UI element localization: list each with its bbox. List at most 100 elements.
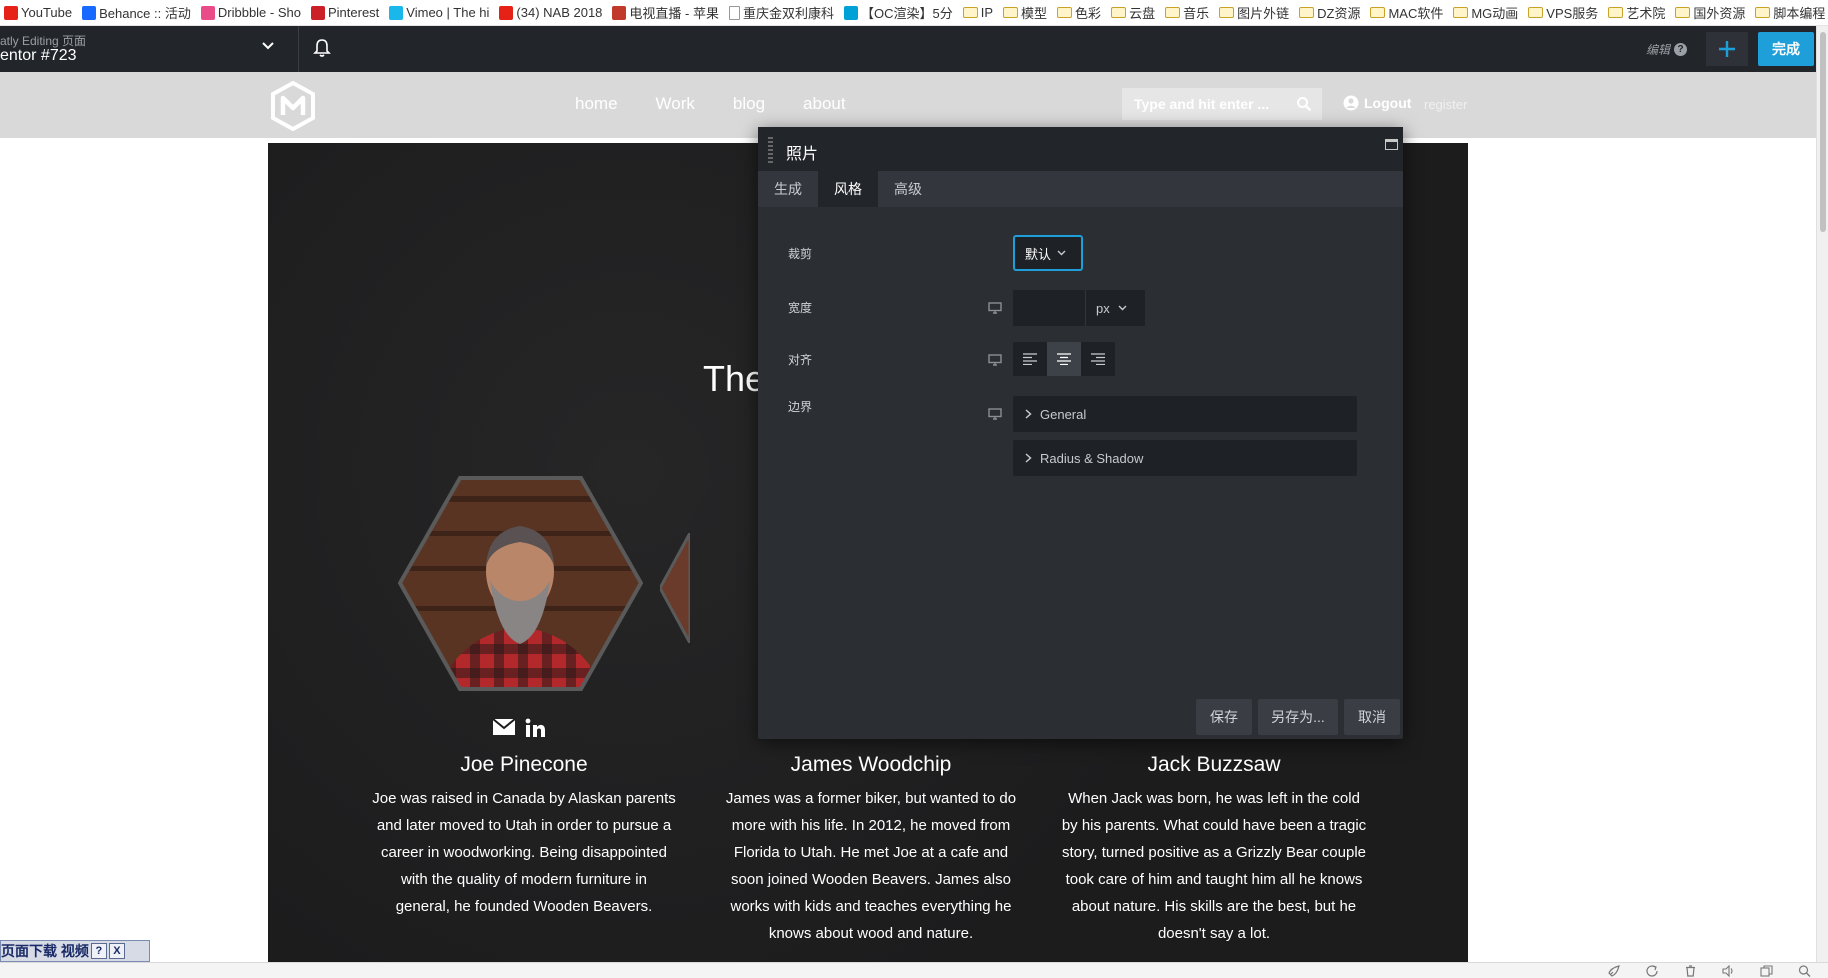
- bookmark-item[interactable]: 电视直播 - 苹果: [608, 3, 725, 22]
- nav-home[interactable]: home: [575, 94, 618, 114]
- panel-header[interactable]: 照片: [758, 127, 1403, 171]
- bookmark-item[interactable]: 音乐: [1161, 3, 1215, 22]
- tab-general[interactable]: 生成: [758, 171, 818, 207]
- maximize-icon[interactable]: [1385, 139, 1398, 150]
- tab-style[interactable]: 风格: [818, 171, 878, 207]
- email-icon[interactable]: [493, 718, 515, 736]
- cancel-button[interactable]: 取消: [1344, 699, 1400, 735]
- help-icon[interactable]: ?: [1674, 43, 1688, 56]
- edit-mode-indicator[interactable]: 编辑 ?: [1646, 41, 1688, 58]
- bookmark-item[interactable]: IP: [959, 5, 999, 20]
- bell-icon[interactable]: [311, 37, 333, 59]
- folder-icon: [962, 7, 978, 18]
- bookmark-item[interactable]: VPS服务: [1524, 3, 1604, 22]
- bookmark-label: Dribbble - Sho: [217, 5, 301, 20]
- search-input[interactable]: [1122, 88, 1292, 120]
- site-logo-icon[interactable]: [269, 81, 317, 131]
- width-input[interactable]: [1013, 290, 1085, 326]
- main-nav: home Work blog about: [575, 94, 884, 114]
- bookmark-item[interactable]: 【OC渲染】5分: [840, 3, 959, 22]
- register-link[interactable]: register: [1424, 97, 1467, 112]
- bookmark-item[interactable]: 艺术院: [1604, 3, 1671, 22]
- bio-line: story, turned positive as a Grizzly Bear…: [1061, 844, 1367, 861]
- bookmark-item[interactable]: Pinterest: [307, 5, 385, 20]
- save-button[interactable]: 保存: [1196, 699, 1252, 735]
- nav-blog[interactable]: blog: [733, 94, 765, 114]
- border-label: 边界: [788, 400, 813, 414]
- accordion-general[interactable]: General: [1013, 396, 1357, 432]
- folder-icon: [1370, 7, 1386, 18]
- add-module-button[interactable]: [1706, 32, 1748, 66]
- done-button[interactable]: 完成: [1758, 32, 1814, 66]
- bookmark-item[interactable]: Dribbble - Sho: [197, 5, 307, 20]
- search-icon[interactable]: [1296, 96, 1312, 112]
- rocket-icon[interactable]: [1608, 965, 1621, 977]
- bookmark-item[interactable]: MG动画: [1449, 3, 1524, 22]
- window-icon[interactable]: [1760, 965, 1773, 977]
- refresh-icon[interactable]: [1646, 965, 1659, 977]
- accordion-label: Radius & Shadow: [1040, 450, 1144, 466]
- crop-select[interactable]: 默认: [1013, 235, 1083, 271]
- page-scrollbar[interactable]: [1816, 26, 1828, 962]
- team-photo-james[interactable]: [660, 533, 690, 643]
- team-photo-joe[interactable]: [398, 476, 643, 691]
- align-left-button[interactable]: [1013, 342, 1047, 376]
- accordion-radius-shadow[interactable]: Radius & Shadow: [1013, 440, 1357, 476]
- bookmark-item[interactable]: (34) NAB 2018: [495, 5, 608, 20]
- bookmark-item[interactable]: 模型: [999, 3, 1053, 22]
- section-headline: The: [703, 358, 766, 399]
- desktop-icon[interactable]: [988, 354, 1002, 366]
- nav-about[interactable]: about: [803, 94, 846, 114]
- tv-icon: [612, 5, 627, 20]
- member-bio-james: James was a former biker, but wanted to …: [691, 785, 1051, 947]
- align-left-icon: [1023, 353, 1037, 365]
- folder-icon: [1003, 7, 1019, 18]
- align-right-icon: [1091, 353, 1105, 365]
- logout-link[interactable]: Logout: [1343, 95, 1411, 111]
- accordion-label: General: [1040, 406, 1087, 422]
- member-name-jack: Jack Buzzsaw: [1147, 753, 1281, 776]
- zoom-icon[interactable]: [1798, 965, 1811, 977]
- bookmark-item[interactable]: 图片外链: [1215, 3, 1295, 22]
- help-icon[interactable]: ?: [90, 943, 107, 959]
- desktop-icon[interactable]: [988, 408, 1002, 420]
- chevron-down-icon[interactable]: [258, 36, 278, 56]
- trash-icon[interactable]: [1684, 965, 1697, 977]
- speaker-icon[interactable]: [1722, 965, 1735, 977]
- vimeo-icon: [389, 5, 404, 20]
- bookmark-label: 电视直播 - 苹果: [629, 6, 719, 21]
- folder-icon: [1608, 7, 1624, 18]
- bookmark-item[interactable]: 重庆金双利康科: [725, 3, 840, 22]
- bio-line: career in woodworking. Being disappointe…: [380, 844, 667, 861]
- align-center-button[interactable]: [1047, 342, 1081, 376]
- bio-line: and later moved to Utah in order to purs…: [376, 817, 672, 834]
- edit-label: 编辑: [1646, 43, 1671, 57]
- bookmark-item[interactable]: MAC软件: [1366, 3, 1449, 22]
- bookmark-item[interactable]: Vimeo | The hi: [385, 5, 495, 20]
- download-label[interactable]: 页面下载 视频: [1, 941, 89, 961]
- folder-icon: [1453, 7, 1469, 18]
- bookmark-item[interactable]: 脚本编程: [1751, 3, 1828, 22]
- bookmark-item[interactable]: DZ资源: [1295, 3, 1366, 22]
- scrollbar-thumb[interactable]: [1820, 32, 1826, 232]
- bookmark-item[interactable]: 云盘: [1107, 3, 1161, 22]
- bio-line: When Jack was born, he was left in the c…: [1068, 790, 1360, 807]
- panel-tabs: 生成 风格 高级: [758, 171, 1403, 207]
- page-title[interactable]: entor #723: [0, 47, 77, 65]
- tab-advanced[interactable]: 高级: [878, 171, 938, 207]
- close-icon[interactable]: X: [108, 943, 125, 959]
- align-right-button[interactable]: [1081, 342, 1115, 376]
- bookmark-item[interactable]: 色彩: [1053, 3, 1107, 22]
- panel-title: 照片: [786, 146, 819, 163]
- desktop-icon[interactable]: [988, 302, 1002, 314]
- bookmark-label: Behance :: 活动: [99, 6, 191, 21]
- bookmark-item[interactable]: Behance :: 活动: [78, 3, 197, 22]
- width-unit-select[interactable]: px: [1085, 290, 1145, 326]
- nav-work[interactable]: Work: [656, 94, 695, 114]
- save-as-button[interactable]: 另存为...: [1258, 699, 1338, 735]
- bookmark-item[interactable]: 国外资源: [1671, 3, 1751, 22]
- drag-handle-icon[interactable]: [768, 137, 773, 165]
- linkedin-icon[interactable]: [525, 718, 545, 738]
- photo-settings-panel: 照片 生成 风格 高级 裁剪 默认 宽度 px 对齐 边界 General Ra…: [758, 127, 1403, 739]
- bookmark-item[interactable]: YouTube: [0, 5, 78, 20]
